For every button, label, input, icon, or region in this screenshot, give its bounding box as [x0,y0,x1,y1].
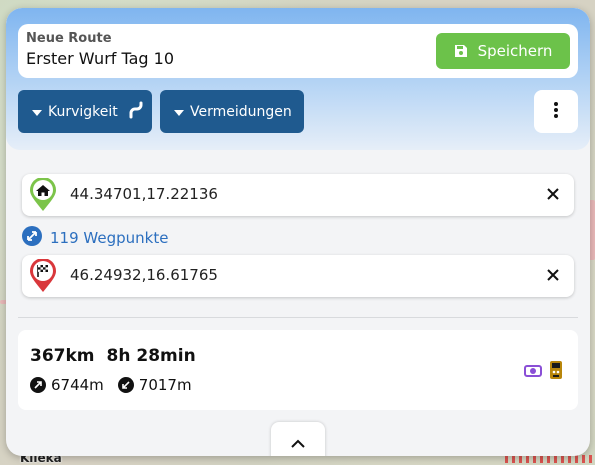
save-icon [454,44,468,58]
panel-header: Neue Route Erster Wurf Tag 10 Speichern … [6,8,590,150]
route-ascent: 6744m [51,376,104,394]
collapse-panel-button[interactable] [271,422,325,456]
section-divider [18,317,578,318]
curviness-label: Kurvigkeit [48,103,118,120]
end-waypoint[interactable]: 46.24932,16.61765 [22,255,574,297]
ascent-arrow-icon [30,377,46,393]
save-button-label: Speichern [477,42,553,60]
map-route-line [505,455,595,463]
waypoints-toggle[interactable]: 119 Wegpunkte [22,226,168,250]
route-descent: 7017m [138,376,192,394]
caret-down-icon [32,104,42,120]
flag-pin-icon [28,258,58,297]
route-name-input[interactable]: Erster Wurf Tag 10 [26,49,174,68]
more-options-button[interactable] [534,90,578,133]
close-icon[interactable] [544,185,562,203]
route-summary: 367km 8h 28min 6744m 7017m [18,330,578,410]
caret-down-icon [174,104,184,120]
avoidances-dropdown[interactable]: Vermeidungen [160,90,304,133]
route-name-label: Neue Route [26,31,112,46]
curviness-dropdown[interactable]: Kurvigkeit [18,90,152,133]
toll-icon [524,363,542,382]
end-coordinates[interactable]: 46.24932,16.61765 [70,266,218,284]
avoidances-label: Vermeidungen [190,103,292,120]
close-icon[interactable] [544,266,562,284]
home-pin-icon [28,177,58,216]
chevron-up-icon [291,433,305,452]
route-distance: 367km [30,346,95,366]
waypoints-count: 119 Wegpunkte [50,229,169,247]
start-coordinates[interactable]: 44.34701,17.22136 [70,185,218,203]
road-type-icon [550,361,562,383]
descent-arrow-icon [117,377,134,393]
save-button[interactable]: Speichern [436,33,570,69]
route-name-field[interactable]: Neue Route Erster Wurf Tag 10 Speichern [18,24,578,78]
start-waypoint[interactable]: 44.34701,17.22136 [22,174,574,216]
route-duration: 8h 28min [106,346,196,366]
more-vertical-icon [554,101,558,122]
expand-arrows-icon [22,226,42,250]
curve-icon [128,101,144,123]
route-planner-panel: Neue Route Erster Wurf Tag 10 Speichern … [6,8,590,456]
